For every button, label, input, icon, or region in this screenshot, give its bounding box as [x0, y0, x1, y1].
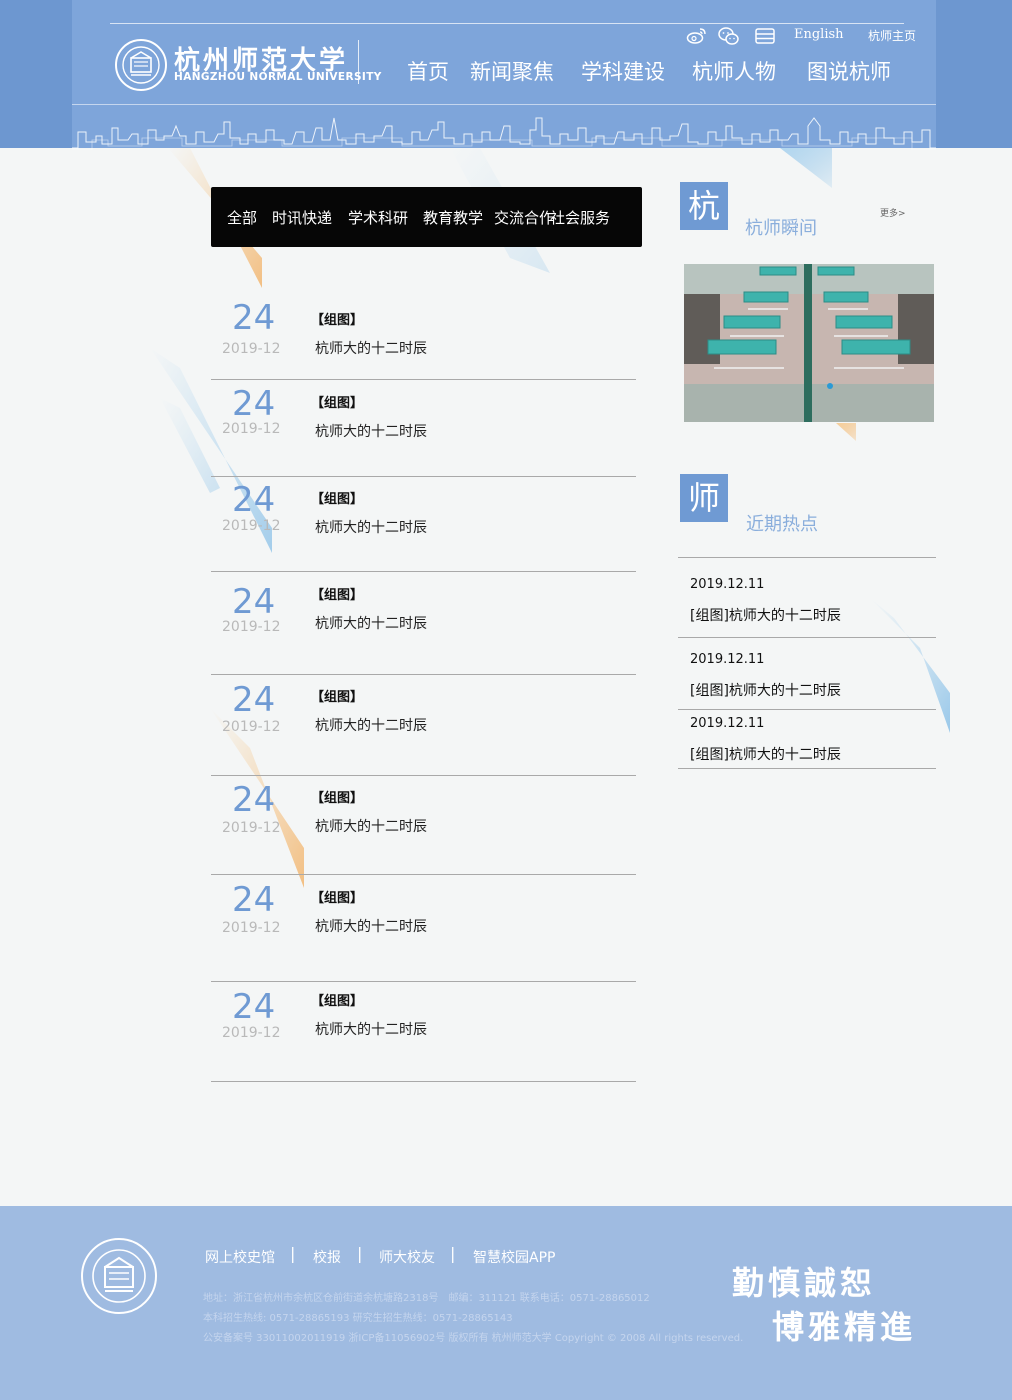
hot-title: 近期热点 [746, 514, 818, 535]
motto-line-2: 博雅精進 [772, 1308, 917, 1346]
university-emblem-icon [115, 39, 167, 91]
news-title[interactable]: 杭师大的十二时辰 [315, 816, 427, 836]
hot-item-date: 2019.12.11 [690, 577, 765, 592]
nav-home[interactable]: 首页 [407, 56, 449, 86]
news-tag: 【组图】 [311, 994, 364, 1009]
news-day: 24 [232, 480, 276, 520]
news-tag: 【组图】 [311, 492, 364, 507]
moments-title: 杭师瞬间 [745, 218, 817, 239]
news-title[interactable]: 杭师大的十二时辰 [315, 1019, 427, 1039]
news-year-month: 2019-12 [222, 1025, 281, 1041]
news-title[interactable]: 杭师大的十二时辰 [315, 916, 427, 936]
hot-item-title[interactable]: [组图]杭师大的十二时辰 [690, 605, 841, 625]
hot-badge: 师 [680, 474, 728, 522]
news-title[interactable]: 杭师大的十二时辰 [315, 517, 427, 537]
news-day: 24 [232, 987, 276, 1027]
divider [211, 874, 636, 875]
category-tabs: 全部 时讯快递 学术科研 教育教学 交流合作 社会服务 [211, 187, 642, 247]
wechat-icon[interactable] [718, 26, 740, 46]
moments-badge: 杭 [680, 182, 728, 230]
news-tag: 【组图】 [311, 690, 364, 705]
divider [678, 637, 936, 638]
divider [211, 379, 636, 380]
divider [211, 571, 636, 572]
news-title[interactable]: 杭师大的十二时辰 [315, 421, 427, 441]
news-year-month: 2019-12 [222, 421, 281, 437]
news-year-month: 2019-12 [222, 719, 281, 735]
university-name-en: HANGZHOU NORMAL UNIVERSITY [174, 71, 382, 83]
hot-item-date: 2019.12.11 [690, 652, 765, 667]
english-link[interactable]: English [794, 27, 844, 42]
news-day: 24 [232, 680, 276, 720]
divider [678, 709, 936, 710]
divider [211, 775, 636, 776]
divider [211, 1081, 636, 1082]
news-year-month: 2019-12 [222, 920, 281, 936]
news-title[interactable]: 杭师大的十二时辰 [315, 715, 427, 735]
motto-line-1: 勤慎誠恕 [732, 1264, 877, 1302]
nav-news-focus[interactable]: 新闻聚焦 [470, 56, 554, 86]
divider [211, 476, 636, 477]
header-bottom-divider [72, 104, 936, 105]
header-top-divider [110, 23, 904, 24]
footer-separator: | [290, 1244, 296, 1263]
footer-copyright: 公安备案号 33011002011919 浙ICP备11056902号 版权所有… [203, 1333, 744, 1344]
university-logo[interactable]: 杭州师范大学 HANGZHOU NORMAL UNIVERSITY [114, 38, 381, 92]
list-icon[interactable] [754, 26, 776, 46]
news-day: 24 [232, 298, 276, 338]
news-day: 24 [232, 582, 276, 622]
news-tag: 【组图】 [311, 588, 364, 603]
tab-express[interactable]: 时讯快递 [272, 207, 332, 228]
footer-link-newspaper[interactable]: 校报 [313, 1247, 341, 1267]
news-tag: 【组图】 [311, 313, 364, 328]
tab-exchange[interactable]: 交流合作 [494, 207, 554, 228]
nav-people[interactable]: 杭师人物 [692, 56, 776, 86]
footer-separator: | [357, 1244, 363, 1263]
news-day: 24 [232, 880, 276, 920]
tab-research[interactable]: 学术科研 [348, 207, 408, 228]
news-year-month: 2019-12 [222, 820, 281, 836]
hot-item-date: 2019.12.11 [690, 716, 765, 731]
news-tag: 【组图】 [311, 891, 364, 906]
divider [211, 981, 636, 982]
footer-separator: | [450, 1244, 456, 1263]
hot-item-title[interactable]: [组图]杭师大的十二时辰 [690, 744, 841, 764]
nav-gallery[interactable]: 图说杭师 [807, 56, 891, 86]
news-year-month: 2019-12 [222, 518, 281, 534]
footer-address: 地址：浙江省杭州市余杭区仓前街道余杭塘路2318号 邮编：311121 联系电话… [203, 1293, 650, 1304]
news-title[interactable]: 杭师大的十二时辰 [315, 613, 427, 633]
divider [678, 557, 936, 558]
tab-social-service[interactable]: 社会服务 [550, 207, 610, 228]
footer-link-history-museum[interactable]: 网上校史馆 [205, 1247, 275, 1267]
footer-link-alumni[interactable]: 师大校友 [379, 1247, 435, 1267]
city-skyline-decoration [72, 117, 936, 150]
campus-photo[interactable] [684, 264, 934, 422]
logo-divider [358, 40, 359, 84]
university-home-link[interactable]: 杭师主页 [868, 27, 916, 44]
news-year-month: 2019-12 [222, 341, 281, 357]
news-title[interactable]: 杭师大的十二时辰 [315, 338, 427, 358]
weibo-icon[interactable] [686, 26, 708, 46]
news-tag: 【组图】 [311, 396, 364, 411]
university-emblem-icon [81, 1238, 157, 1314]
tab-all[interactable]: 全部 [227, 207, 257, 228]
divider [211, 674, 636, 675]
footer-link-smart-campus-app[interactable]: 智慧校园APP [473, 1247, 555, 1267]
news-year-month: 2019-12 [222, 619, 281, 635]
divider [678, 768, 936, 769]
hot-item-title[interactable]: [组图]杭师大的十二时辰 [690, 680, 841, 700]
nav-discipline[interactable]: 学科建设 [581, 56, 665, 86]
footer-hotlines: 本科招生热线: 0571-28865193 研究生招生热线：0571-28865… [203, 1313, 513, 1324]
news-tag: 【组图】 [311, 791, 364, 806]
news-day: 24 [232, 384, 276, 424]
news-day: 24 [232, 780, 276, 820]
tab-education[interactable]: 教育教学 [423, 207, 483, 228]
more-link[interactable]: 更多> [880, 206, 906, 219]
